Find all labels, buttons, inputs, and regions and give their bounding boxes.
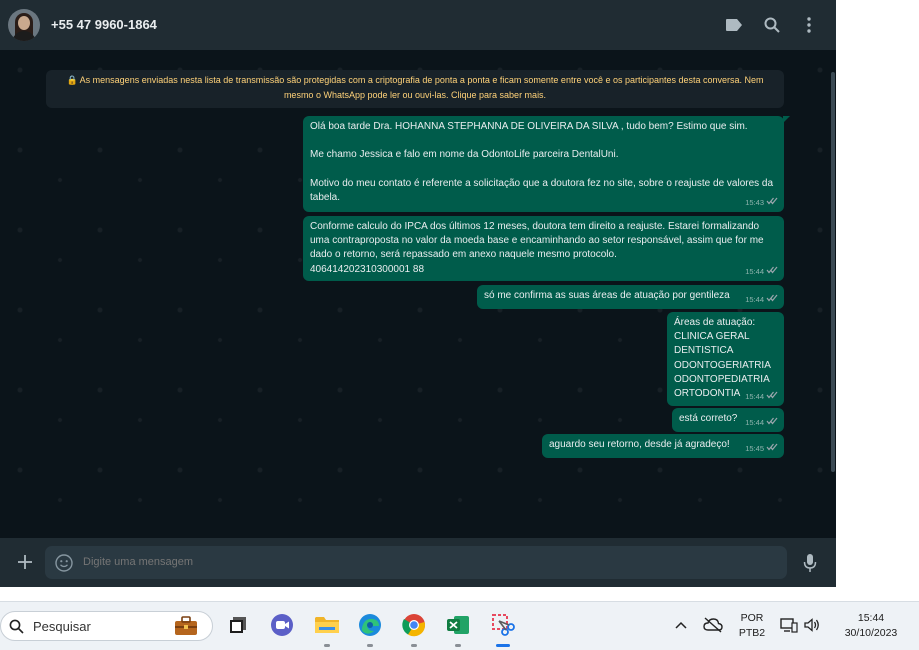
message-composer [0,538,836,587]
taskbar-search-label: Pesquisar [33,619,91,634]
clock-date: 30/10/2023 [844,627,898,639]
clock[interactable]: 15:44 30/10/2023 [832,612,910,639]
contact-name[interactable]: +55 47 9960-1864 [51,17,157,32]
message-text: Olá boa tarde Dra. HOHANNA STEPHANNA DE … [310,121,774,204]
excel-icon[interactable] [444,611,472,639]
read-checks-icon [766,390,778,404]
network-icon[interactable] [778,611,800,639]
teams-icon[interactable] [268,611,296,639]
message-text: só me confirma as suas áreas de atuação … [484,290,730,301]
message-text: aguardo seu retorno, desde já agradeço! [549,439,730,450]
message-bubble[interactable]: Áreas de atuação: CLINICA GERAL DENTISTI… [667,312,784,406]
file-explorer-icon[interactable] [313,611,341,639]
windows-taskbar: Pesquisar POR PTB2 15:44 30/10/2023 [0,601,919,650]
message-time: 15:44 [745,417,764,427]
message-input-box[interactable] [45,546,787,579]
message-bubble[interactable]: está correto? 15:44 [672,408,784,432]
cloud-offline-icon[interactable] [700,611,726,639]
read-checks-icon [766,293,778,307]
briefcase-icon[interactable] [173,615,199,642]
read-checks-icon [766,416,778,430]
emoji-icon[interactable] [55,554,73,572]
language-indicator[interactable]: POR PTB2 [734,612,770,639]
read-checks-icon [766,196,778,210]
chevron-up-icon[interactable] [668,611,694,639]
snipping-tool-icon[interactable] [489,611,517,639]
attach-plus-icon[interactable] [14,551,36,573]
keyboard-layout: PTB2 [738,627,766,639]
message-text: Áreas de atuação: CLINICA GERAL DENTISTI… [674,317,771,400]
search-icon [9,619,24,639]
message-bubble[interactable]: aguardo seu retorno, desde já agradeço! … [542,434,784,458]
volume-icon[interactable] [801,611,823,639]
message-time: 15:44 [745,266,764,276]
language-code: POR [740,612,764,624]
message-bubble[interactable]: só me confirma as suas áreas de atuação … [477,285,784,309]
menu-icon[interactable] [797,13,821,37]
message-time: 15:44 [745,391,764,401]
avatar[interactable] [8,9,40,41]
encryption-notice[interactable]: 🔒 As mensagens enviadas nesta lista de t… [46,70,784,108]
chrome-icon[interactable] [400,611,428,639]
message-time: 15:44 [745,294,764,304]
message-bubble[interactable]: Olá boa tarde Dra. HOHANNA STEPHANNA DE … [303,116,790,212]
read-checks-icon [766,265,778,279]
chat-header: +55 47 9960-1864 [0,0,836,50]
message-text: Conforme calculo do IPCA dos últimos 12 … [310,221,764,275]
message-time: 15:45 [745,443,764,453]
taskbar-search[interactable]: Pesquisar [0,611,213,641]
message-time: 15:43 [745,197,764,207]
label-icon[interactable] [722,13,746,37]
edge-icon[interactable] [356,611,384,639]
search-icon[interactable] [760,13,784,37]
message-input[interactable] [83,556,763,568]
clock-time: 15:44 [857,612,885,624]
microphone-icon[interactable] [800,551,820,575]
read-checks-icon [766,442,778,456]
whatsapp-window: +55 47 9960-1864 🔒 As mensagens enviadas… [0,0,836,587]
task-view-icon[interactable] [224,611,252,639]
message-bubble[interactable]: Conforme calculo do IPCA dos últimos 12 … [303,216,784,281]
scrollbar[interactable] [831,72,835,472]
